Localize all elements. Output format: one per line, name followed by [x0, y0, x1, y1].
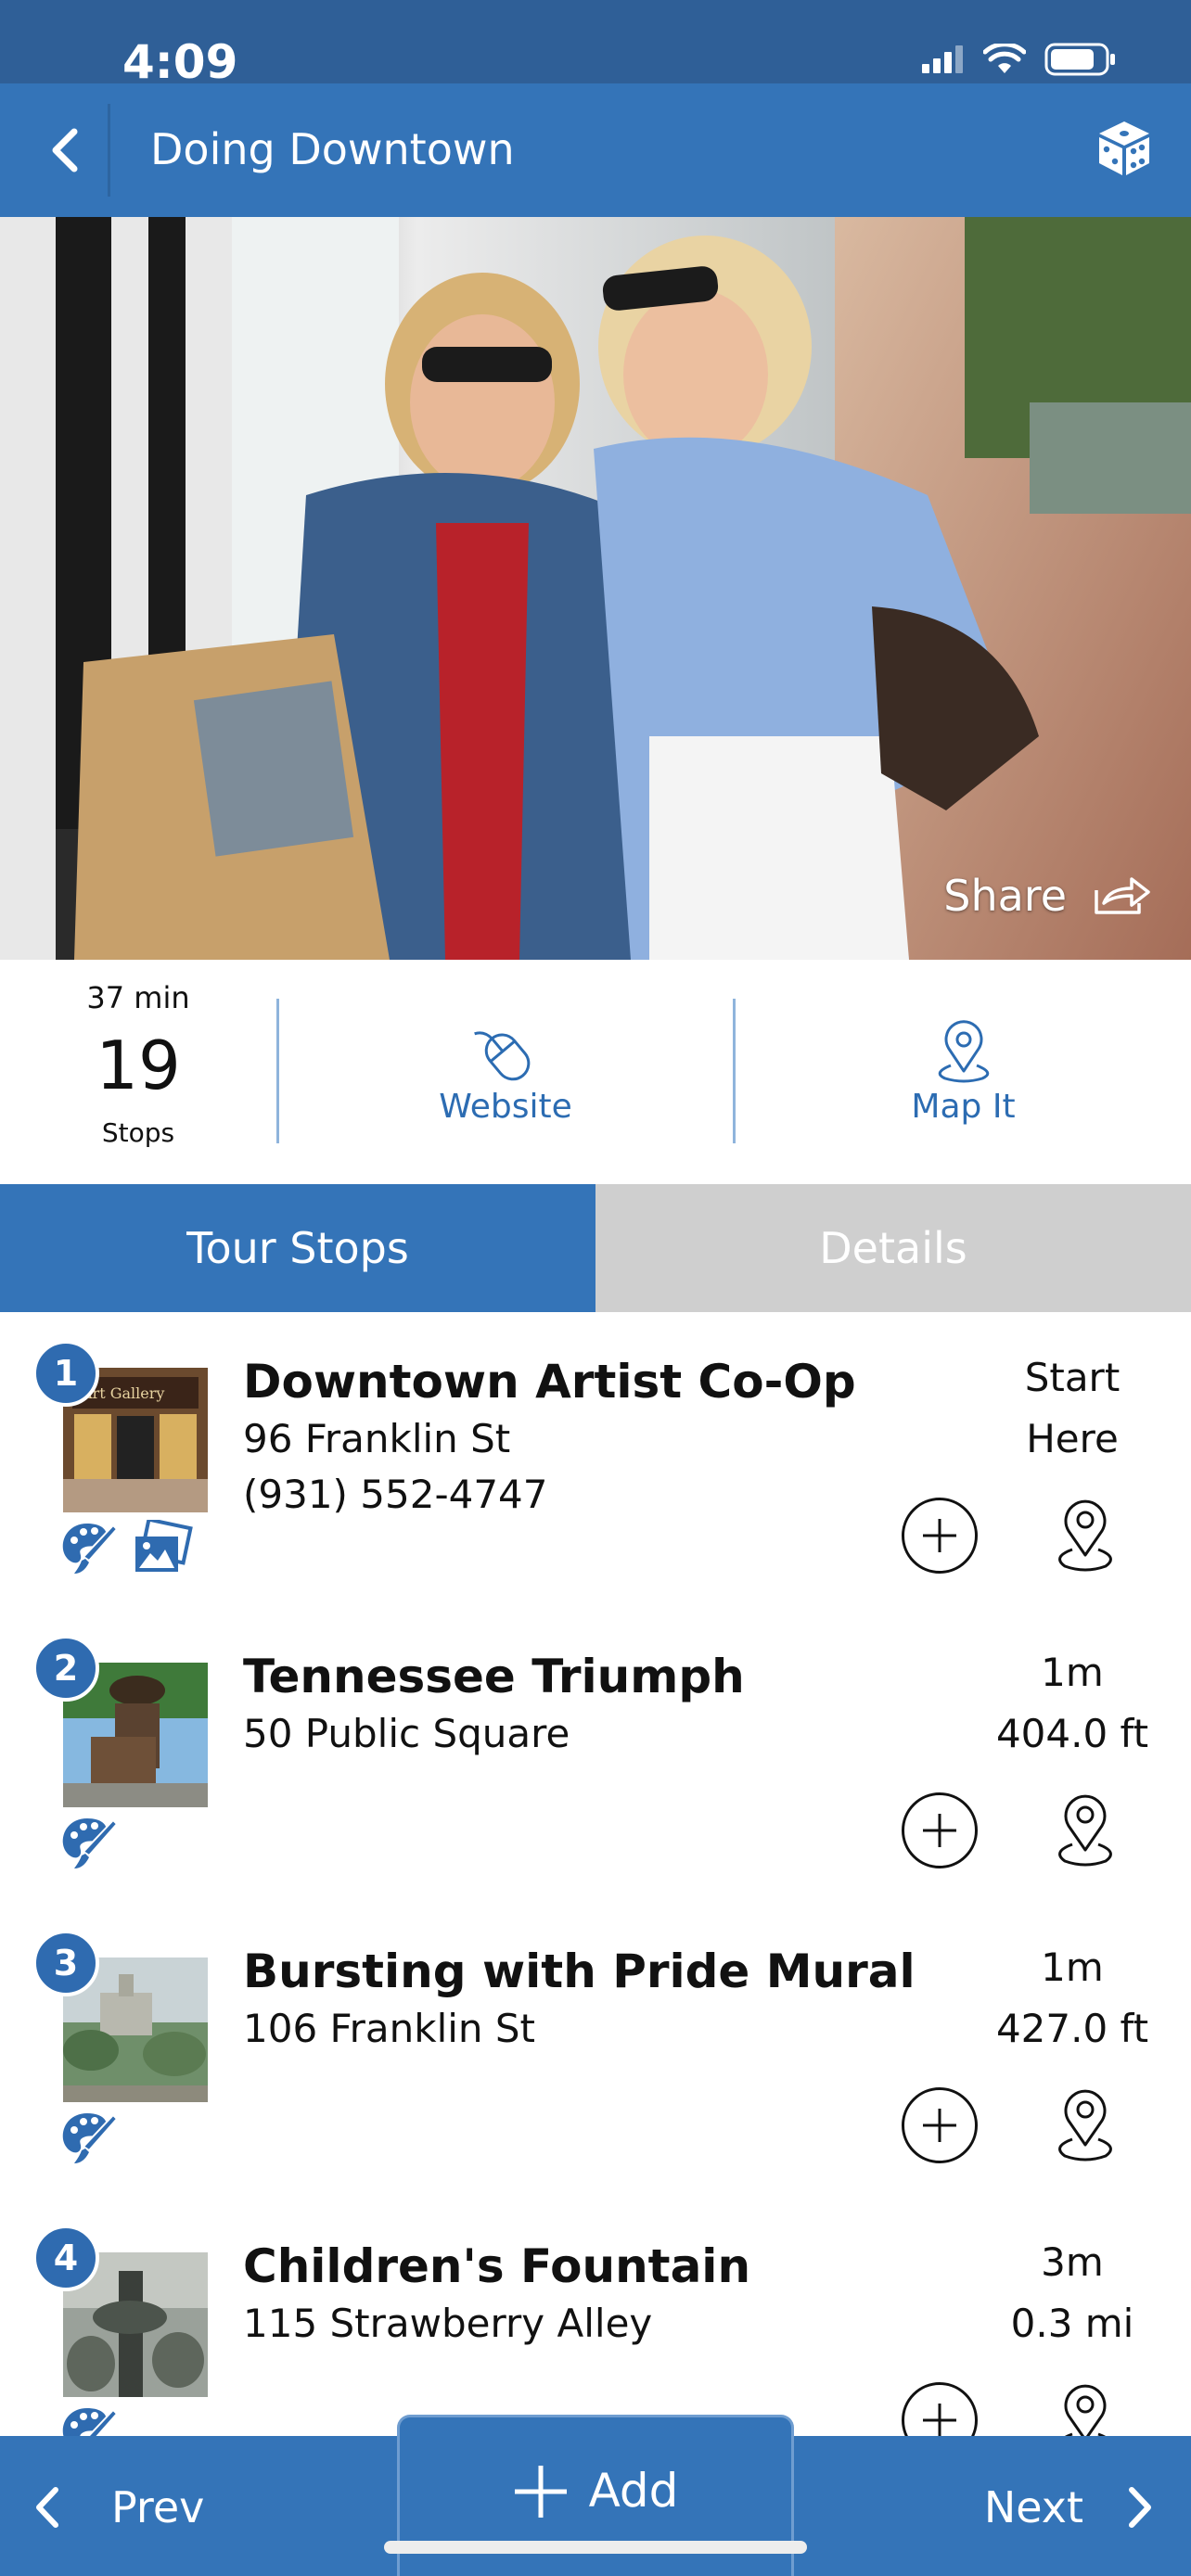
palette-icon — [59, 2110, 121, 2171]
add-stop-button[interactable] — [902, 1498, 978, 1574]
add-stop-button[interactable] — [902, 2382, 978, 2436]
tab-bar: Tour Stops Details — [0, 1184, 1191, 1312]
image-gallery-icon — [132, 1517, 193, 1581]
tour-summary: 37 min 19 Stops Website Map It — [0, 960, 1191, 1184]
dice-icon — [1099, 121, 1149, 175]
nav-bar: Doing Downtown — [0, 83, 1191, 217]
stop-distance-time: 3m — [1041, 2239, 1104, 2285]
share-button[interactable]: Share — [943, 871, 1152, 921]
stop-distance-time: 1m — [1041, 1945, 1104, 1990]
map-pin-icon — [1058, 1794, 1112, 1867]
palette-icon — [59, 2404, 121, 2436]
map-pin-icon — [938, 1020, 989, 1083]
status-bar: 4:09 — [0, 0, 1191, 89]
stop-distance: Here — [1026, 1416, 1119, 1461]
palette-icon — [59, 1815, 121, 1876]
share-label: Share — [943, 871, 1067, 921]
status-icons — [922, 42, 1117, 80]
plus-icon — [514, 2466, 567, 2518]
map-it-button[interactable]: Map It — [736, 1014, 1191, 1126]
stop-map-button[interactable] — [1046, 1494, 1124, 1577]
stop-distance: 427.0 ft — [995, 2006, 1149, 2051]
stop-distance-time: Start — [1024, 1355, 1121, 1400]
stop-number-badge: 4 — [32, 2225, 99, 2291]
stop-distance-time: 1m — [1041, 1650, 1104, 1695]
stop-name: Downtown Artist Co-Op — [243, 1355, 856, 1409]
tour-duration: 37 min — [86, 980, 190, 1015]
map-pin-icon — [1058, 2089, 1112, 2162]
status-time: 4:09 — [122, 35, 238, 89]
next-label: Next — [983, 2482, 1083, 2532]
tour-stop-list: Art Gallery 1 Downtown Artist Co-Op 96 F… — [0, 1312, 1191, 2436]
add-label: Add — [588, 2464, 679, 2518]
mouse-icon — [474, 1031, 531, 1081]
category-icons — [59, 1517, 193, 1581]
stop-map-button[interactable] — [1046, 1789, 1124, 1872]
battery-icon — [1044, 43, 1117, 80]
stop-map-button[interactable] — [1046, 2378, 1124, 2436]
tab-details[interactable]: Details — [596, 1184, 1191, 1312]
map-pin-icon — [1058, 1499, 1112, 1572]
stop-number-badge: 2 — [32, 1635, 99, 1702]
add-stop-button[interactable] — [902, 1792, 978, 1868]
stop-number-badge: 3 — [32, 1930, 99, 1996]
stop-address: 50 Public Square — [243, 1711, 570, 1756]
stop-address: 106 Franklin St — [243, 2006, 535, 2051]
list-item[interactable]: Art Gallery 1 Downtown Artist Co-Op 96 F… — [0, 1312, 1191, 1610]
stop-name: Tennessee Triumph — [243, 1650, 745, 1703]
stop-map-button[interactable] — [1046, 2084, 1124, 2167]
plus-icon — [923, 1519, 956, 1552]
website-button[interactable]: Website — [278, 1014, 733, 1126]
hero-photo: Share — [0, 217, 1191, 960]
prev-label: Prev — [111, 2482, 205, 2532]
map-it-label: Map It — [911, 1088, 1016, 1126]
next-button[interactable]: Next — [876, 2456, 1172, 2558]
plus-icon — [923, 1814, 956, 1847]
stop-number-badge: 1 — [32, 1340, 99, 1407]
shopping-photo — [0, 217, 1191, 960]
chevron-left-icon — [52, 128, 78, 172]
add-stop-button[interactable] — [902, 2087, 978, 2163]
palette-icon — [59, 1520, 121, 1581]
share-icon — [1095, 877, 1150, 914]
cellular-signal-icon — [922, 45, 965, 77]
stop-phone[interactable]: (931) 552-4747 — [243, 1472, 548, 1517]
tab-tour-stops[interactable]: Tour Stops — [0, 1184, 596, 1312]
category-icons — [59, 2404, 121, 2436]
stop-distance: 0.3 mi — [1010, 2301, 1134, 2346]
chevron-right-icon — [1117, 2482, 1163, 2532]
website-label: Website — [439, 1088, 572, 1126]
stop-name: Children's Fountain — [243, 2239, 751, 2293]
list-item[interactable]: 3 Bursting with Pride Mural 106 Franklin… — [0, 1902, 1191, 2200]
stop-name: Bursting with Pride Mural — [243, 1945, 916, 1998]
wifi-icon — [982, 42, 1027, 79]
category-icons — [59, 2110, 121, 2171]
stop-address: 115 Strawberry Alley — [243, 2301, 653, 2346]
back-button[interactable] — [28, 113, 102, 187]
page-title: Doing Downtown — [150, 124, 515, 174]
list-item[interactable]: 2 Tennessee Triumph 50 Public Square 1m … — [0, 1607, 1191, 1905]
home-indicator — [384, 2541, 807, 2554]
stop-address: 96 Franklin St — [243, 1416, 511, 1461]
nav-divider — [108, 104, 110, 197]
category-icons — [59, 1815, 121, 1876]
list-item[interactable]: 4 Children's Fountain 115 Strawberry All… — [0, 2197, 1191, 2436]
stops-label: Stops — [101, 1117, 175, 1148]
plus-icon — [923, 2404, 956, 2436]
plus-icon — [923, 2109, 956, 2142]
prev-button[interactable]: Prev — [19, 2456, 297, 2558]
stop-distance: 404.0 ft — [995, 1711, 1149, 1756]
map-pin-icon — [1064, 2384, 1107, 2436]
stop-count: 19 — [96, 1027, 181, 1104]
random-dice-button[interactable] — [1085, 109, 1163, 187]
chevron-left-icon — [24, 2482, 70, 2532]
